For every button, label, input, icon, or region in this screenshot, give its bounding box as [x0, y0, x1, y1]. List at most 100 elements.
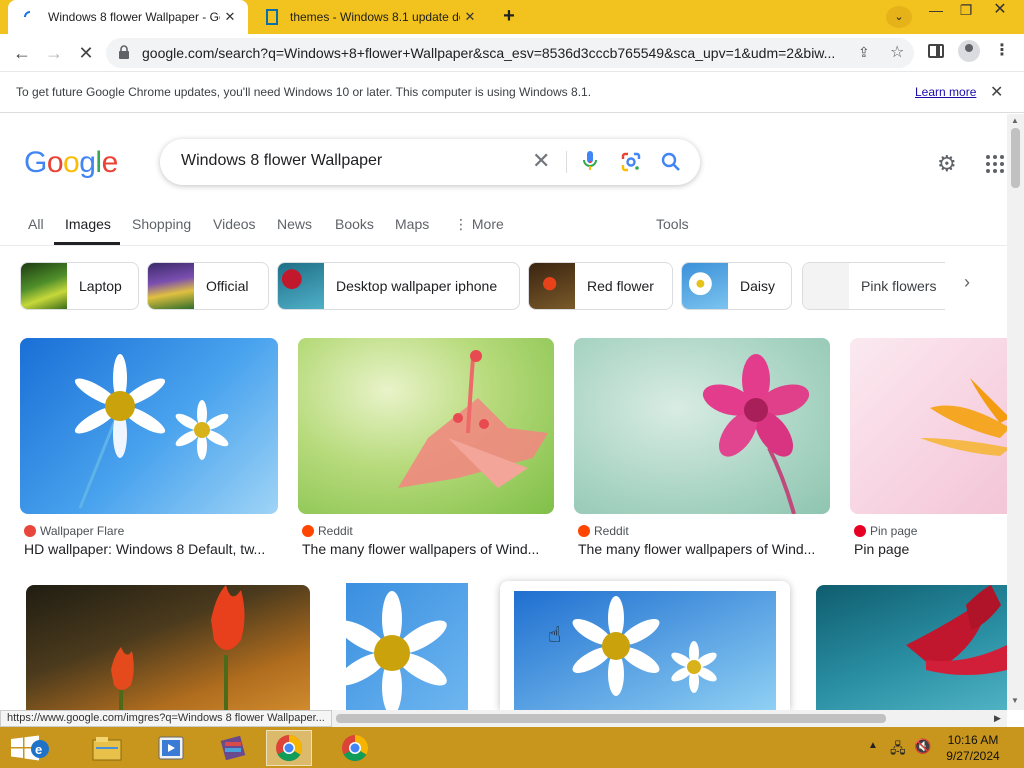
- search-box[interactable]: Windows 8 flower Wallpaper ✕: [160, 139, 700, 185]
- tab-news[interactable]: News: [277, 216, 312, 232]
- source-name: Wallpaper Flare: [40, 524, 125, 538]
- result-title[interactable]: Pin page: [854, 541, 1004, 557]
- chip-thumbnail: [21, 263, 67, 309]
- reddit-icon: [302, 525, 314, 537]
- tab-all[interactable]: All: [28, 216, 44, 232]
- browser-tab-active[interactable]: Windows 8 flower Wallpaper - Goog ✕: [8, 0, 248, 34]
- media-player-icon[interactable]: [148, 730, 194, 766]
- tab-shopping[interactable]: Shopping: [132, 216, 191, 232]
- scroll-up-icon[interactable]: ▲: [1011, 116, 1019, 125]
- chip-daisy[interactable]: Daisy: [681, 262, 792, 310]
- scroll-right-icon[interactable]: ▶: [994, 713, 1001, 724]
- tab-tools[interactable]: Tools: [656, 216, 689, 232]
- result-source[interactable]: Wallpaper Flare: [24, 524, 124, 538]
- active-tab-indicator: [54, 242, 120, 245]
- favicon-icon: [264, 9, 280, 25]
- result-title[interactable]: HD wallpaper: Windows 8 Default, tw...: [24, 541, 276, 557]
- scroll-thumb[interactable]: [336, 714, 886, 723]
- tab-search-icon[interactable]: ⌄: [886, 6, 912, 28]
- result-image[interactable]: [574, 338, 830, 514]
- result-image[interactable]: [26, 585, 310, 710]
- result-image[interactable]: [500, 581, 790, 710]
- new-tab-button[interactable]: +: [496, 6, 522, 28]
- chip-thumbnail: [278, 263, 324, 309]
- chip-label: Red flower: [587, 278, 654, 294]
- chrome-menu-icon[interactable]: ⋮: [992, 40, 1012, 64]
- result-image[interactable]: [850, 338, 1007, 514]
- chrome-taskbar-icon[interactable]: [332, 730, 378, 766]
- chip-desktop-wallpaper-iphone[interactable]: Desktop wallpaper iphone: [277, 262, 520, 310]
- chip-label: Laptop: [79, 278, 122, 294]
- volume-muted-icon[interactable]: 🔇: [914, 738, 931, 755]
- link-status-bar: https://www.google.com/imgres?q=Windows …: [0, 710, 332, 727]
- url-text[interactable]: google.com/search?q=Windows+8+flower+Wal…: [142, 45, 842, 61]
- google-logo[interactable]: Google: [24, 146, 118, 180]
- window-close-button[interactable]: ✕: [984, 0, 1016, 22]
- result-image[interactable]: [346, 583, 468, 710]
- result-source[interactable]: Reddit: [302, 524, 353, 538]
- lock-icon[interactable]: [118, 45, 130, 64]
- chip-official[interactable]: Official: [147, 262, 269, 310]
- settings-gear-icon[interactable]: ⚙: [937, 151, 957, 177]
- share-icon[interactable]: ⇪: [858, 44, 870, 61]
- logo-letter: o: [63, 146, 80, 179]
- result-source[interactable]: Pin page: [854, 524, 917, 538]
- chrome-taskbar-icon-active[interactable]: [266, 730, 312, 766]
- clock-time[interactable]: 10:16 AM: [946, 733, 1000, 747]
- browser-tab[interactable]: themes - Windows 8.1 update delet ✕: [250, 0, 488, 34]
- maximize-button[interactable]: ❐: [950, 0, 982, 22]
- tab-strip: Windows 8 flower Wallpaper - Goog ✕ them…: [0, 0, 1024, 34]
- scroll-thumb[interactable]: [1011, 128, 1020, 188]
- tab-books[interactable]: Books: [335, 216, 374, 232]
- result-title[interactable]: The many flower wallpapers of Wind...: [578, 541, 828, 557]
- result-image[interactable]: [20, 338, 278, 514]
- google-lens-icon[interactable]: [620, 151, 642, 178]
- infobar-close-icon[interactable]: ✕: [990, 82, 1003, 102]
- source-favicon-icon: [24, 525, 36, 537]
- tab-more[interactable]: ⋮ More: [454, 216, 504, 233]
- bookmark-star-icon[interactable]: ☆: [890, 42, 904, 62]
- vertical-scrollbar[interactable]: ▲ ▼: [1007, 114, 1024, 710]
- tab-images[interactable]: Images: [65, 216, 111, 232]
- chevron-right-icon[interactable]: ›: [964, 272, 970, 293]
- result-source[interactable]: Reddit: [578, 524, 629, 538]
- forward-arrow-icon[interactable]: →: [40, 40, 68, 66]
- tab-close-icon[interactable]: ✕: [460, 9, 480, 25]
- result-title[interactable]: The many flower wallpapers of Wind...: [302, 541, 552, 557]
- address-bar[interactable]: google.com/search?q=Windows+8+flower+Wal…: [106, 38, 914, 68]
- tab-videos[interactable]: Videos: [213, 216, 256, 232]
- profile-avatar-icon[interactable]: [958, 40, 980, 62]
- stop-loading-icon[interactable]: ✕: [72, 40, 100, 66]
- logo-letter: g: [79, 146, 96, 179]
- search-icon[interactable]: [660, 151, 682, 178]
- winrar-icon[interactable]: [210, 730, 256, 766]
- minimize-button[interactable]: —: [920, 0, 952, 22]
- search-input[interactable]: Windows 8 flower Wallpaper: [181, 152, 382, 170]
- logo-letter: G: [24, 146, 47, 179]
- svg-text:e: e: [35, 742, 42, 757]
- pinterest-icon: [854, 525, 866, 537]
- network-icon[interactable]: 🖧: [890, 738, 906, 762]
- start-button-icon[interactable]: e: [6, 730, 52, 766]
- chip-red-flower[interactable]: Red flower: [528, 262, 673, 310]
- side-panel-icon[interactable]: [928, 44, 944, 58]
- file-explorer-icon[interactable]: [84, 730, 130, 766]
- clear-icon[interactable]: ✕: [532, 148, 550, 174]
- result-image[interactable]: [816, 585, 1007, 710]
- result-image[interactable]: [298, 338, 554, 514]
- chip-laptop[interactable]: Laptop: [20, 262, 139, 310]
- chip-pink-flowers[interactable]: Pink flowers: [802, 262, 945, 310]
- tab-maps[interactable]: Maps: [395, 216, 429, 232]
- show-hidden-icons-icon[interactable]: ▲: [868, 740, 878, 751]
- microphone-icon[interactable]: [582, 150, 598, 177]
- back-arrow-icon[interactable]: ←: [8, 40, 36, 66]
- chip-label: Daisy: [740, 278, 776, 294]
- learn-more-link[interactable]: Learn more: [915, 85, 976, 99]
- tab-title: Windows 8 flower Wallpaper - Goog: [48, 10, 220, 24]
- search-divider: [566, 151, 567, 173]
- scroll-down-icon[interactable]: ▼: [1011, 696, 1019, 705]
- search-tabs: All Images Shopping Videos News Books Ma…: [0, 208, 1007, 246]
- tab-close-icon[interactable]: ✕: [220, 9, 240, 25]
- clock-date[interactable]: 9/27/2024: [944, 749, 1002, 763]
- google-apps-icon[interactable]: [986, 155, 1004, 173]
